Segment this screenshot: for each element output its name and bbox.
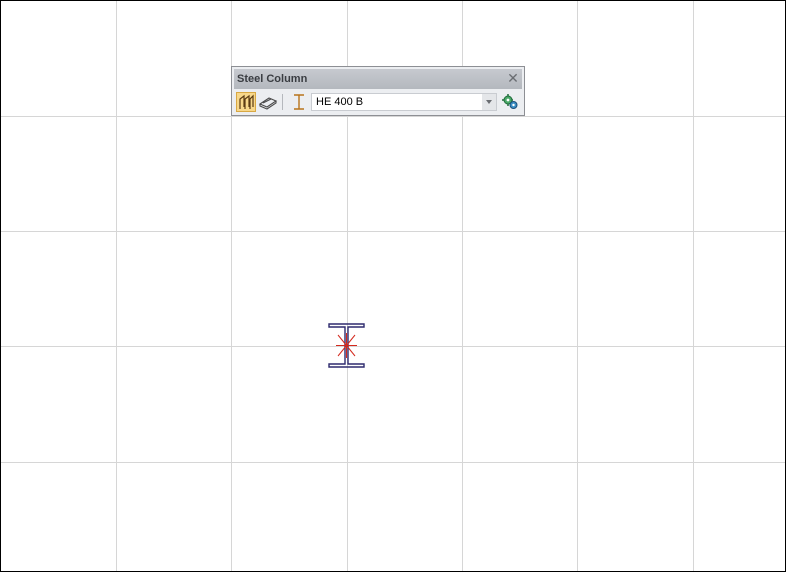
- column-frames-icon: [239, 94, 254, 109]
- steel-column-toolbar: Steel Column ✕ HE 400 B: [231, 66, 525, 116]
- steel-column-symbol[interactable]: [326, 321, 368, 373]
- settings-button[interactable]: [500, 92, 520, 112]
- i-beam-profile-icon: [294, 94, 304, 110]
- toolbar-title-bar[interactable]: Steel Column ✕: [234, 69, 522, 89]
- close-button[interactable]: ✕: [506, 71, 520, 85]
- profile-type-button[interactable]: [289, 92, 309, 112]
- profile-select-value: HE 400 B: [316, 96, 364, 108]
- column-frames-tool-button[interactable]: [236, 92, 256, 112]
- gears-settings-icon: [502, 94, 518, 109]
- chevron-down-icon[interactable]: [482, 94, 496, 110]
- toolbar-body: HE 400 B: [234, 91, 522, 113]
- profile-select[interactable]: HE 400 B: [311, 93, 497, 111]
- toolbar-separator: [282, 94, 283, 110]
- toolbar-title: Steel Column: [237, 73, 308, 85]
- slab-placement-tool-button[interactable]: [258, 92, 278, 112]
- slab-placement-icon: [258, 97, 278, 110]
